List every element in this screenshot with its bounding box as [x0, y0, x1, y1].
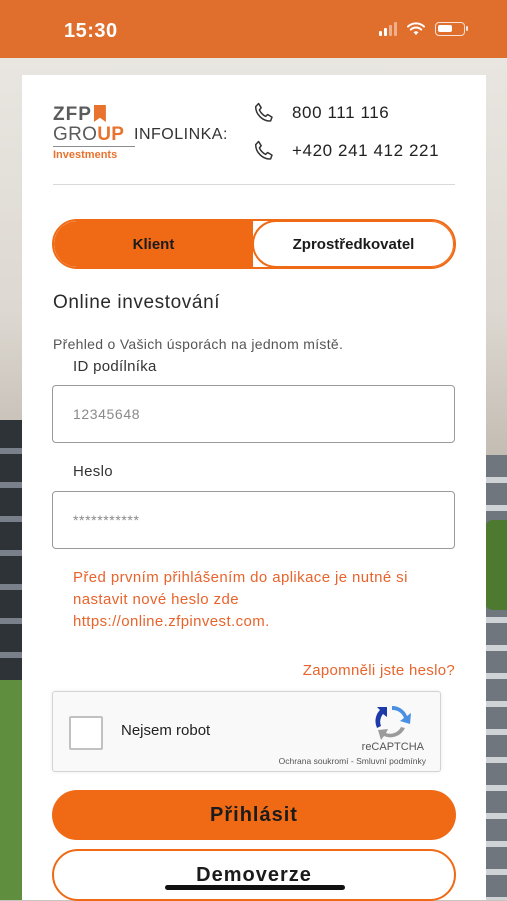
phone-line-1[interactable]: 800 111 116 [252, 101, 389, 125]
phone-icon [254, 140, 273, 160]
recaptcha-logo-icon [375, 705, 411, 740]
recaptcha-links[interactable]: Ochrana soukromí - Smluvní podmínky [279, 756, 426, 766]
logo-group-text: GRO [53, 124, 98, 145]
infolinka-label: INFOLINKA: [134, 126, 228, 143]
forgot-password-link[interactable]: Zapomněli jste heslo? [303, 662, 455, 679]
demo-button[interactable]: Demoverze [52, 849, 456, 901]
recaptcha-widget: Nejsem robot reCAPTCHA Ochrana soukromí … [52, 691, 441, 772]
password-field-label: Heslo [73, 463, 113, 480]
background-grass-left [0, 680, 22, 900]
home-indicator[interactable] [165, 885, 345, 890]
status-bar: 15:30 [0, 0, 507, 58]
page-title: Online investování [53, 292, 221, 313]
recaptcha-brand: reCAPTCHA [361, 741, 424, 753]
id-input[interactable] [52, 385, 455, 443]
background-tree-right [485, 520, 507, 610]
status-icons [379, 22, 468, 36]
login-button[interactable]: Přihlásit [52, 790, 456, 840]
tab-intermediary[interactable]: Zprostředkovatel [252, 221, 454, 267]
password-input[interactable] [52, 491, 455, 549]
password-notice: Před prvním přihlášením do aplikace je n… [73, 569, 408, 630]
wifi-icon [407, 22, 425, 35]
battery-icon [435, 22, 468, 36]
phone-number-1[interactable]: 800 111 116 [292, 103, 389, 123]
logo-divider [53, 146, 135, 147]
logo-zfp-text: ZFP [53, 104, 92, 125]
phone-line-2[interactable]: +420 241 412 221 [252, 139, 439, 163]
logo-investments: Investments [53, 149, 118, 161]
recaptcha-checkbox[interactable] [69, 716, 103, 750]
phone-number-2[interactable]: +420 241 412 221 [292, 141, 439, 161]
status-time: 15:30 [64, 20, 118, 42]
recaptcha-label: Nejsem robot [121, 722, 211, 739]
zfp-logo: ZFP GROUP Investments [53, 105, 139, 161]
logo-flag-icon [93, 105, 106, 122]
logo-group-highlight: UP [97, 124, 125, 145]
tab-client[interactable]: Klient [54, 221, 253, 267]
header-divider [53, 184, 455, 185]
id-field-label: ID podílníka [73, 358, 157, 375]
login-card: ZFP GROUP Investments INFOLINKA: 800 111… [22, 75, 486, 901]
page-subtitle: Přehled o Vašich úsporách na jednom míst… [53, 336, 344, 352]
user-type-toggle: Klient Zprostředkovatel [52, 219, 456, 269]
phone-icon [254, 102, 273, 122]
signal-icon [379, 22, 397, 36]
